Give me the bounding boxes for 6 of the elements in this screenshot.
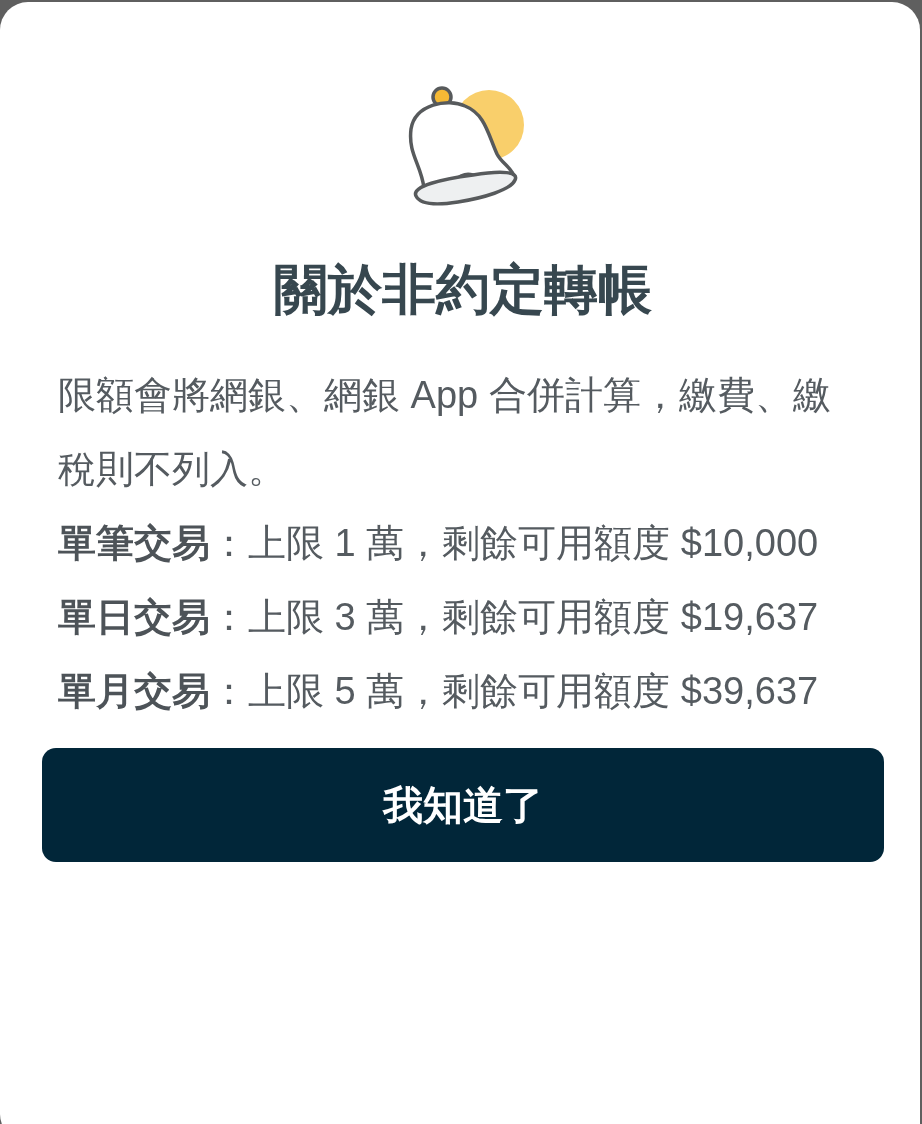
intro-text: 限額會將網銀、網銀 App 合併計算，繳費、繳稅則不列入。 bbox=[58, 373, 832, 492]
limit-text: 單月交易：上限 5 萬，剩餘可用額度 $39,637 bbox=[58, 669, 820, 714]
dialog-title: 關於非約定轉帳 bbox=[274, 258, 652, 321]
limit-text: 單筆交易：上限 1 萬，剩餘可用額度 $10,000 bbox=[58, 521, 820, 566]
limit-text: 單日交易：上限 3 萬，剩餘可用額度 $19,637 bbox=[58, 595, 820, 640]
confirm-button[interactable]: 我知道了 bbox=[42, 748, 884, 862]
